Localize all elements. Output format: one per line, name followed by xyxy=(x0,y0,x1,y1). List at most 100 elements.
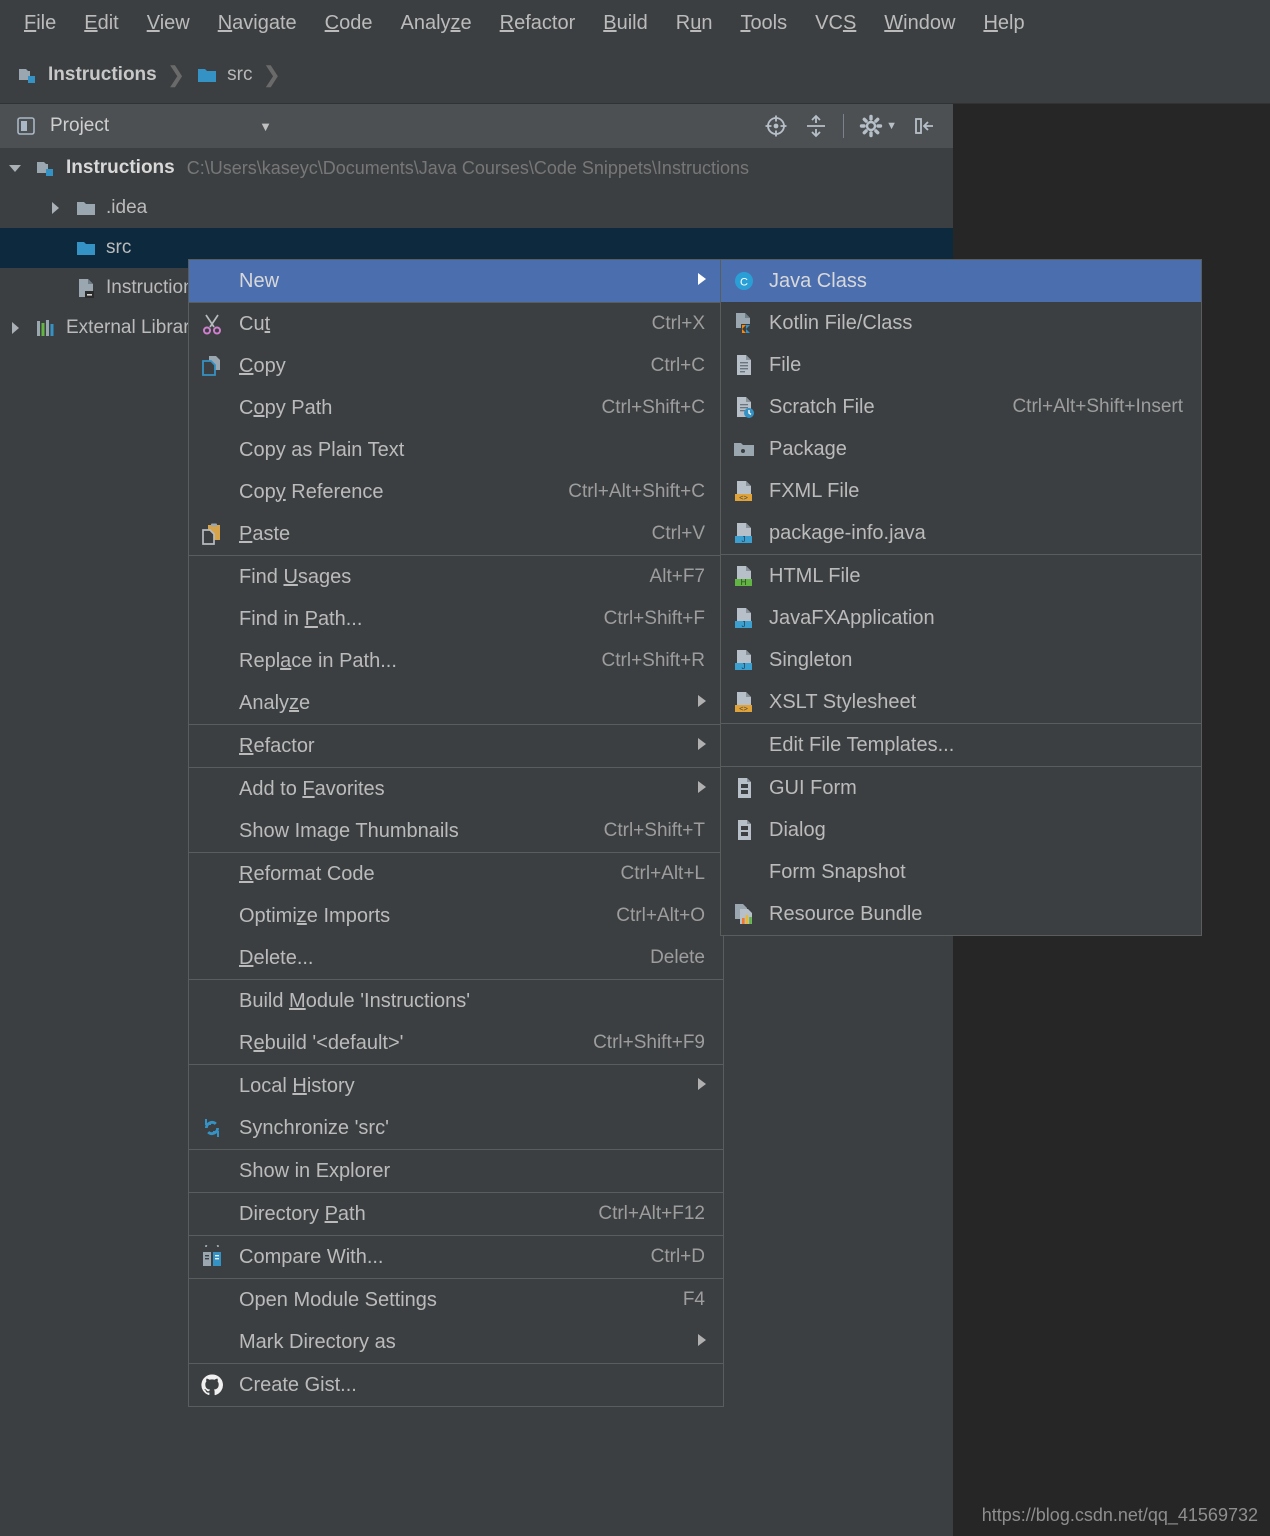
menu-item-form-snapshot[interactable]: Form Snapshot xyxy=(721,851,1201,893)
menu-item-replace-in-path[interactable]: Replace in Path... Ctrl+Shift+R xyxy=(189,640,723,682)
menu-item-copy-path[interactable]: Copy Path Ctrl+Shift+C xyxy=(189,387,723,429)
menu-item-delete[interactable]: Delete... Delete xyxy=(189,937,723,979)
menubar-item-run[interactable]: Run xyxy=(662,0,727,46)
settings-gear-icon[interactable]: ▼ xyxy=(858,113,897,139)
menu-item-show-image-thumbnails[interactable]: Show Image Thumbnails Ctrl+Shift+T xyxy=(189,810,723,852)
menu-item-compare-with[interactable]: Compare With... Ctrl+D xyxy=(189,1236,723,1278)
menu-item-kotlin-file-class[interactable]: Kotlin File/Class xyxy=(721,302,1201,344)
menu-item-reformat-code[interactable]: Reformat Code Ctrl+Alt+L xyxy=(189,853,723,895)
chevron-down-icon[interactable] xyxy=(6,159,24,177)
menu-item-singleton[interactable]: J Singleton xyxy=(721,639,1201,681)
chevron-right-icon[interactable] xyxy=(6,319,24,337)
context-menu[interactable]: New Cut Ctrl+X Copy Ctrl+C Copy Path Ctrl+Shif… xyxy=(188,259,724,1407)
collapse-all-icon[interactable] xyxy=(803,113,829,139)
menu-item-label: Mark Directory as xyxy=(239,1330,396,1353)
menubar-item-code[interactable]: Code xyxy=(311,0,387,46)
menu-item-scratch-file[interactable]: Scratch File Ctrl+Alt+Shift+Insert xyxy=(721,386,1201,428)
menu-item-copy[interactable]: Copy Ctrl+C xyxy=(189,345,723,387)
menu-item-directory-path[interactable]: Directory Path Ctrl+Alt+F12 xyxy=(189,1193,723,1235)
menu-item-synchronize-src[interactable]: Synchronize 'src' xyxy=(189,1107,723,1149)
menu-item-build-module-instructions[interactable]: Build Module 'Instructions' xyxy=(189,980,723,1022)
menu-item-rebuild-default[interactable]: Rebuild '<default>' Ctrl+Shift+F9 xyxy=(189,1022,723,1064)
menubar-item-vcs[interactable]: VCS xyxy=(801,0,870,46)
menu-item-edit-file-templates[interactable]: Edit File Templates... xyxy=(721,724,1201,766)
java-class-icon: C xyxy=(729,269,759,293)
menu-item-label: Reformat Code xyxy=(239,862,375,885)
menubar-item-window[interactable]: Window xyxy=(870,0,969,46)
project-window-title: Project xyxy=(50,115,110,136)
menubar-item-tools[interactable]: Tools xyxy=(726,0,801,46)
menu-item-label: Kotlin File/Class xyxy=(769,311,913,334)
menu-item-label: Resource Bundle xyxy=(769,902,923,925)
menu-item-new[interactable]: New xyxy=(189,260,723,302)
menu-item-resource-bundle[interactable]: Resource Bundle xyxy=(721,893,1201,935)
menu-item-label: Local History xyxy=(239,1074,355,1097)
menu-item-label: Edit File Templates... xyxy=(769,733,955,756)
menu-item-analyze[interactable]: Analyze xyxy=(189,682,723,724)
menu-item-find-in-path[interactable]: Find in Path... Ctrl+Shift+F xyxy=(189,598,723,640)
menu-item-package-info-java[interactable]: Jpackage-info.java xyxy=(721,512,1201,554)
menu-item-package[interactable]: Package xyxy=(721,428,1201,470)
breadcrumb: Instructions ❯ src ❯ xyxy=(0,46,1270,104)
menu-item-label: Java Class xyxy=(769,269,867,292)
chevron-down-icon[interactable]: ▼ xyxy=(259,119,272,134)
tree-row-idea[interactable]: .idea xyxy=(0,188,953,228)
menu-item-paste[interactable]: Paste Ctrl+V xyxy=(189,513,723,555)
menu-item-optimize-imports[interactable]: Optimize Imports Ctrl+Alt+O xyxy=(189,895,723,937)
menu-item-add-to-favorites[interactable]: Add to Favorites xyxy=(189,768,723,810)
menu-item-find-usages[interactable]: Find Usages Alt+F7 xyxy=(189,556,723,598)
menu-item-open-module-settings[interactable]: Open Module Settings F4 xyxy=(189,1279,723,1321)
menu-item-create-gist[interactable]: Create Gist... xyxy=(189,1364,723,1406)
folder-blue-icon xyxy=(74,236,98,260)
menubar-item-help[interactable]: Help xyxy=(969,0,1038,46)
menu-item-file[interactable]: File xyxy=(721,344,1201,386)
menu-item-mark-directory-as[interactable]: Mark Directory as xyxy=(189,1321,723,1363)
menu-item-fxml-file[interactable]: <> FXML File xyxy=(721,470,1201,512)
menu-item-copy-reference[interactable]: Copy Reference Ctrl+Alt+Shift+C xyxy=(189,471,723,513)
menu-item-javafxapplication[interactable]: J JavaFXApplication xyxy=(721,597,1201,639)
menu-item-label: package-info.java xyxy=(769,521,926,544)
menu-item-refactor[interactable]: Refactor xyxy=(189,725,723,767)
svg-text:H: H xyxy=(741,578,747,587)
breadcrumb-item-instructions[interactable]: Instructions xyxy=(16,63,157,87)
menu-item-xslt-stylesheet[interactable]: <> XSLT Stylesheet xyxy=(721,681,1201,723)
menu-item-cut[interactable]: Cut Ctrl+X xyxy=(189,303,723,345)
menu-item-shortcut: Ctrl+C xyxy=(650,355,705,376)
menu-item-dialog[interactable]: Dialog xyxy=(721,809,1201,851)
tree-row-label: Instructions xyxy=(66,157,175,178)
svg-text:J: J xyxy=(742,535,746,544)
breadcrumb-item-src[interactable]: src xyxy=(195,63,253,87)
submenu-arrow-icon xyxy=(695,1075,723,1098)
menubar-item-file[interactable]: File xyxy=(10,0,70,46)
menubar-item-edit[interactable]: Edit xyxy=(70,0,132,46)
menu-item-label: File xyxy=(769,353,802,376)
menu-item-local-history[interactable]: Local History xyxy=(189,1065,723,1107)
menu-item-label: Copy as Plain Text xyxy=(239,438,405,461)
menubar-item-view[interactable]: View xyxy=(133,0,204,46)
menubar-item-analyze[interactable]: Analyze xyxy=(386,0,485,46)
menu-item-gui-form[interactable]: GUI Form xyxy=(721,767,1201,809)
menu-item-label: Copy Reference xyxy=(239,480,384,503)
tree-row-instructions[interactable]: Instructions C:\Users\kaseyc\Documents\Ja… xyxy=(0,148,953,188)
menu-item-copy-as-plain-text[interactable]: Copy as Plain Text xyxy=(189,429,723,471)
menu-item-html-file[interactable]: H HTML File xyxy=(721,555,1201,597)
module-icon xyxy=(34,156,58,180)
svg-text:<>: <> xyxy=(739,493,748,502)
file-icon xyxy=(729,353,759,377)
menu-item-shortcut: Alt+F7 xyxy=(649,566,705,587)
menubar-item-refactor[interactable]: Refactor xyxy=(486,0,590,46)
chevron-right-icon[interactable] xyxy=(46,199,64,217)
menu-item-show-in-explorer[interactable]: Show in Explorer xyxy=(189,1150,723,1192)
menu-item-label: Rebuild '<default>' xyxy=(239,1031,404,1054)
menubar-item-build[interactable]: Build xyxy=(589,0,661,46)
menu-item-shortcut: Ctrl+Shift+F9 xyxy=(593,1032,705,1053)
locate-icon[interactable] xyxy=(763,113,789,139)
menu-item-java-class[interactable]: C Java Class xyxy=(721,260,1201,302)
menu-item-label: Delete... xyxy=(239,946,314,969)
tree-row-path: C:\Users\kaseyc\Documents\Java Courses\C… xyxy=(186,157,749,178)
menubar-item-navigate[interactable]: Navigate xyxy=(204,0,311,46)
new-submenu[interactable]: C Java Class Kotlin File/Class File Scratch … xyxy=(720,259,1202,936)
hide-panel-icon[interactable] xyxy=(911,113,937,139)
submenu-arrow-icon xyxy=(695,270,723,293)
